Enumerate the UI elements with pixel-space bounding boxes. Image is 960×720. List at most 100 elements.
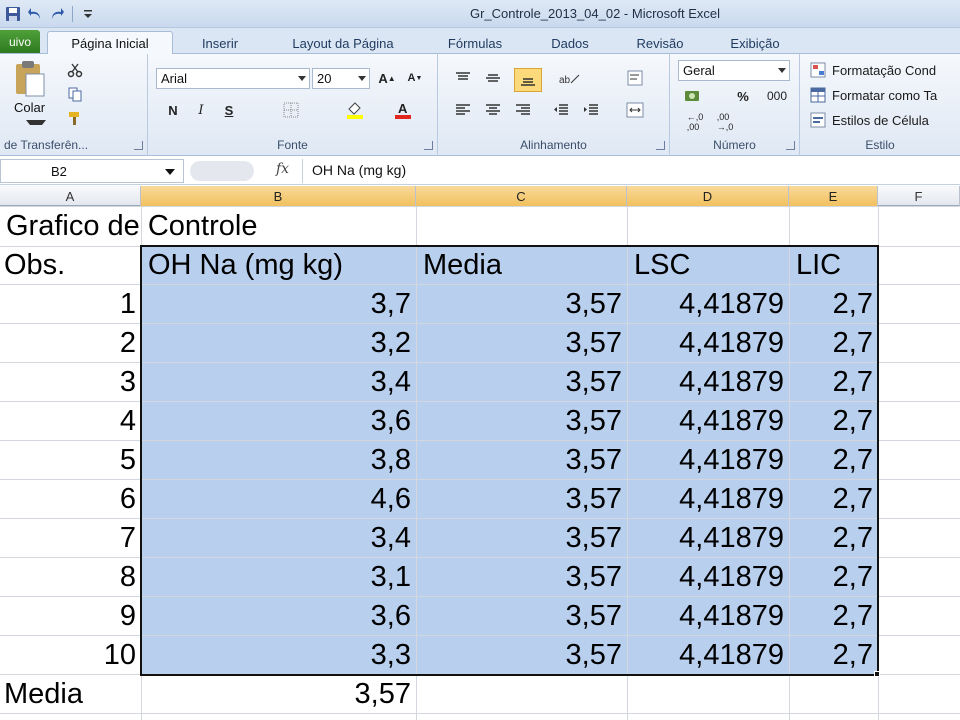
cell-lic[interactable]: 2,7 bbox=[789, 636, 873, 674]
chevron-down-icon[interactable] bbox=[165, 169, 175, 175]
cell-lsc[interactable]: 4,41879 bbox=[627, 636, 784, 674]
paste-button[interactable]: Colar bbox=[14, 100, 45, 115]
cell-obs[interactable]: 3 bbox=[0, 363, 136, 401]
cell-oh-na[interactable]: 3,2 bbox=[141, 324, 411, 362]
cell-lsc[interactable]: 4,41879 bbox=[627, 519, 784, 557]
cell-oh-na[interactable]: 3,1 bbox=[141, 558, 411, 596]
format-as-table-button[interactable]: Formatar como Ta bbox=[810, 85, 937, 105]
column-header-a[interactable]: A bbox=[0, 186, 141, 206]
cell-lsc[interactable]: 4,41879 bbox=[627, 558, 784, 596]
shrink-font-icon[interactable]: A ▼ bbox=[404, 68, 426, 88]
cell-oh-na[interactable]: 4,6 bbox=[141, 480, 411, 518]
cell-obs[interactable]: 8 bbox=[0, 558, 136, 596]
font-color-icon[interactable]: A bbox=[392, 100, 414, 120]
column-header-c[interactable]: C bbox=[416, 186, 627, 206]
column-header-e[interactable]: E bbox=[789, 186, 878, 206]
formula-divider-handle[interactable] bbox=[190, 161, 254, 181]
percent-button[interactable]: % bbox=[732, 86, 754, 106]
align-bottom-icon[interactable] bbox=[514, 68, 542, 92]
paste-dropdown-icon[interactable] bbox=[26, 120, 46, 130]
format-painter-icon[interactable] bbox=[64, 108, 86, 128]
decrease-indent-icon[interactable] bbox=[550, 100, 572, 120]
tab-formulas[interactable]: Fórmulas bbox=[430, 32, 520, 54]
cell-obs[interactable]: 6 bbox=[0, 480, 136, 518]
cell-oh-na[interactable]: 3,8 bbox=[141, 441, 411, 479]
cell-lsc[interactable]: 4,41879 bbox=[627, 597, 784, 635]
name-box[interactable]: B2 bbox=[0, 159, 184, 183]
cell-media[interactable]: 3,57 bbox=[416, 324, 622, 362]
tab-home[interactable]: Página Inicial bbox=[47, 31, 173, 54]
cell-obs[interactable]: 10 bbox=[0, 636, 136, 674]
cell-obs[interactable]: 9 bbox=[0, 597, 136, 635]
cell-lic[interactable]: 2,7 bbox=[789, 597, 873, 635]
cell-styles-button[interactable]: Estilos de Célula bbox=[810, 110, 929, 130]
cell-lic[interactable]: 2,7 bbox=[789, 519, 873, 557]
cell-media[interactable]: 3,57 bbox=[416, 363, 622, 401]
cell-media[interactable]: 3,57 bbox=[416, 402, 622, 440]
cell-lsc[interactable]: 4,41879 bbox=[627, 441, 784, 479]
column-header-b[interactable]: B bbox=[141, 186, 416, 206]
tab-review[interactable]: Revisão bbox=[620, 32, 700, 54]
paste-icon[interactable] bbox=[12, 60, 48, 98]
tab-view[interactable]: Exibição bbox=[715, 32, 795, 54]
cell-lic[interactable]: 2,7 bbox=[789, 480, 873, 518]
tab-page-layout[interactable]: Layout da Página bbox=[268, 32, 418, 54]
wrap-text-icon[interactable] bbox=[624, 68, 646, 88]
italic-button[interactable]: I bbox=[190, 100, 212, 120]
conditional-formatting-button[interactable]: Formatação Cond bbox=[810, 60, 936, 80]
cell-lsc[interactable]: 4,41879 bbox=[627, 402, 784, 440]
cell-obs[interactable]: 7 bbox=[0, 519, 136, 557]
cell-media[interactable]: 3,57 bbox=[416, 480, 622, 518]
fill-handle[interactable] bbox=[874, 671, 880, 677]
borders-icon[interactable] bbox=[280, 100, 302, 120]
formula-input[interactable]: OH Na (mg kg) bbox=[312, 162, 406, 178]
cell-oh-na[interactable]: 3,4 bbox=[141, 519, 411, 557]
currency-icon[interactable] bbox=[682, 86, 704, 106]
copy-icon[interactable] bbox=[64, 84, 86, 104]
font-name-select[interactable]: Arial bbox=[156, 68, 310, 89]
cell-lic[interactable]: 2,7 bbox=[789, 441, 873, 479]
decrease-decimal-icon[interactable]: ,00 →,0 bbox=[714, 112, 736, 132]
tab-insert[interactable]: Inserir bbox=[190, 32, 250, 54]
column-header-d[interactable]: D bbox=[627, 186, 789, 206]
merge-center-icon[interactable] bbox=[624, 100, 646, 120]
increase-decimal-icon[interactable]: ←,0,00 bbox=[684, 112, 706, 132]
cell-lsc[interactable]: 4,41879 bbox=[627, 324, 784, 362]
cell-obs[interactable]: 2 bbox=[0, 324, 136, 362]
cell-lic[interactable]: 2,7 bbox=[789, 363, 873, 401]
cell-media[interactable]: 3,57 bbox=[416, 597, 622, 635]
font-size-select[interactable]: 20 bbox=[312, 68, 370, 89]
cell-media[interactable]: 3,57 bbox=[416, 558, 622, 596]
cell-obs[interactable]: 5 bbox=[0, 441, 136, 479]
cell-oh-na[interactable]: 3,6 bbox=[141, 597, 411, 635]
alignment-launcher-icon[interactable] bbox=[656, 141, 665, 150]
bold-button[interactable]: N bbox=[162, 100, 184, 120]
clipboard-launcher-icon[interactable] bbox=[134, 141, 143, 150]
number-launcher-icon[interactable] bbox=[786, 141, 795, 150]
align-center-icon[interactable] bbox=[482, 100, 504, 120]
tab-data[interactable]: Dados bbox=[535, 32, 605, 54]
cell-lsc[interactable]: 4,41879 bbox=[627, 363, 784, 401]
cell-oh-na[interactable]: 3,3 bbox=[141, 636, 411, 674]
align-middle-icon[interactable] bbox=[482, 68, 504, 88]
grow-font-icon[interactable]: A ▲ bbox=[376, 68, 398, 88]
cell-lsc[interactable]: 4,41879 bbox=[627, 480, 784, 518]
cell-obs[interactable]: 4 bbox=[0, 402, 136, 440]
tab-file[interactable]: uivo bbox=[0, 30, 40, 53]
cell-obs[interactable]: 1 bbox=[0, 285, 136, 323]
thousands-button[interactable]: 000 bbox=[762, 86, 792, 106]
font-launcher-icon[interactable] bbox=[424, 141, 433, 150]
align-left-icon[interactable] bbox=[452, 100, 474, 120]
column-header-f[interactable]: F bbox=[878, 186, 960, 206]
cell-oh-na[interactable]: 3,7 bbox=[141, 285, 411, 323]
worksheet[interactable]: Grafico de Controle Obs. OH Na (mg kg) M… bbox=[0, 206, 960, 720]
cell-lic[interactable]: 2,7 bbox=[789, 558, 873, 596]
fill-color-icon[interactable] bbox=[344, 100, 366, 120]
align-top-icon[interactable] bbox=[452, 68, 474, 88]
cell-lsc[interactable]: 4,41879 bbox=[627, 285, 784, 323]
cell-lic[interactable]: 2,7 bbox=[789, 402, 873, 440]
align-right-icon[interactable] bbox=[512, 100, 534, 120]
orientation-icon[interactable]: ab bbox=[554, 68, 586, 88]
insert-function-icon[interactable]: fx bbox=[276, 161, 289, 177]
cut-icon[interactable] bbox=[64, 60, 86, 80]
